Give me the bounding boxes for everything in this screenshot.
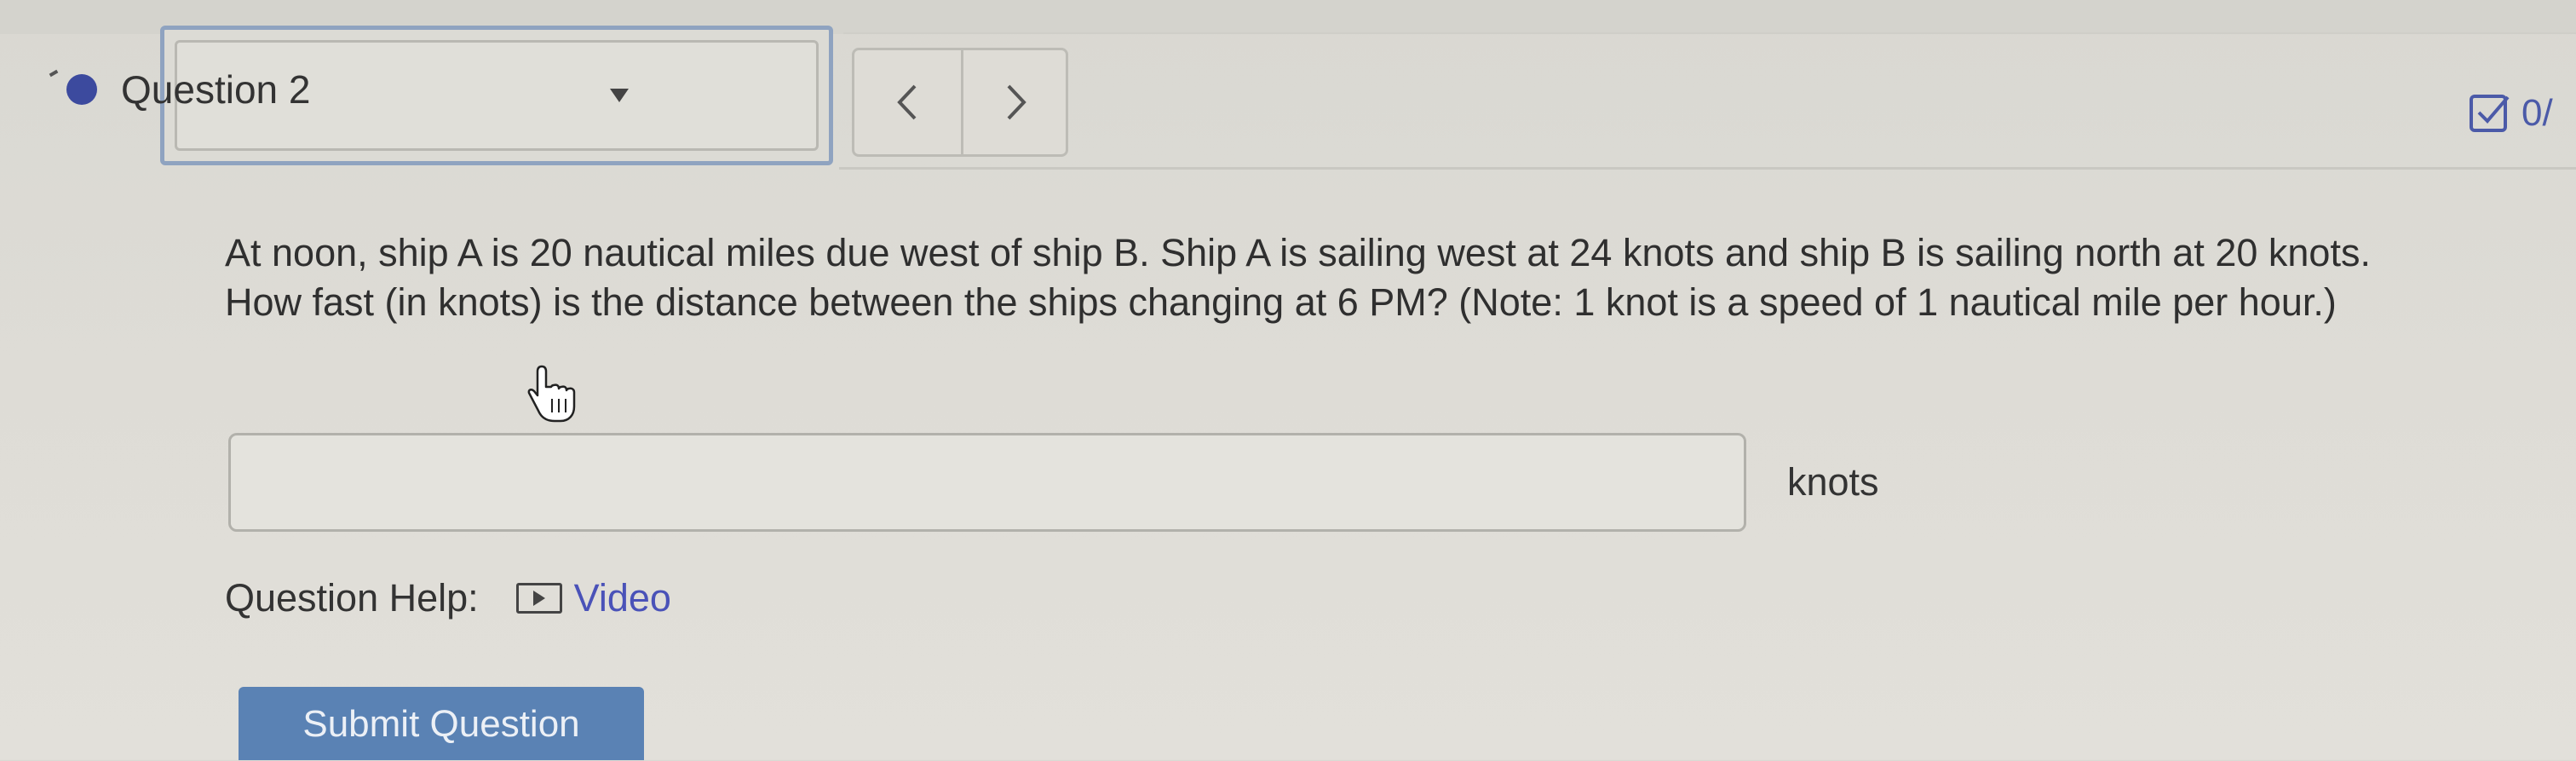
previous-question-button[interactable]	[854, 50, 960, 154]
video-help-link[interactable]: Video	[515, 576, 671, 620]
submit-question-button[interactable]: Submit Question	[239, 687, 644, 760]
header-divider	[839, 167, 2576, 170]
checkbox-icon	[2469, 92, 2511, 135]
question-selector-label: Question 2	[121, 67, 311, 112]
hand-pointer-icon	[527, 365, 576, 423]
play-icon	[515, 583, 562, 614]
status-tick-mark	[49, 69, 59, 78]
score-indicator: 0/	[2469, 92, 2553, 135]
score-text: 0/	[2521, 92, 2553, 134]
video-link-label: Video	[573, 576, 671, 620]
answer-unit-label: knots	[1787, 460, 1879, 504]
question-nav-group	[852, 48, 1068, 157]
chevron-right-icon	[1007, 84, 1026, 120]
question-prompt: At noon, ship A is 20 nautical miles due…	[225, 231, 2371, 324]
question-help-row: Question Help: Video	[225, 576, 671, 620]
status-dot-icon	[66, 74, 97, 105]
answer-input[interactable]	[228, 433, 1746, 532]
next-question-button[interactable]	[963, 50, 1069, 154]
caret-down-icon[interactable]	[610, 89, 629, 102]
header-top-rule	[843, 32, 2576, 34]
question-help-label: Question Help:	[225, 576, 479, 620]
chevron-left-icon	[897, 84, 917, 120]
